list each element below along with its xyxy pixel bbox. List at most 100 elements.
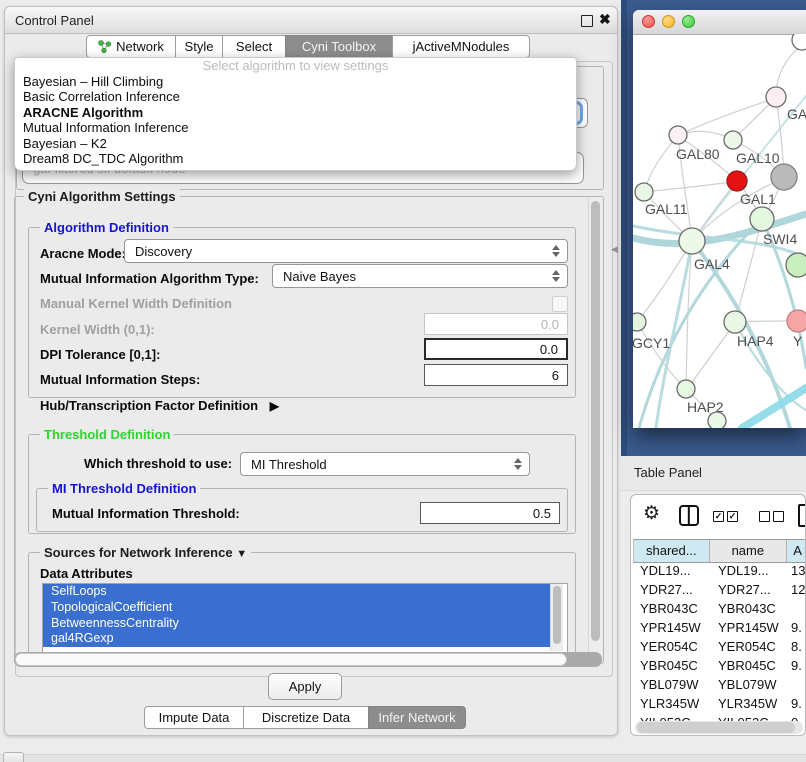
which-threshold-combo[interactable]: MI Threshold [240,452,530,476]
close-icon[interactable]: ✖ [599,11,611,28]
table-scrollbar-thumb[interactable] [637,722,795,733]
network-node[interactable] [750,207,774,231]
table-cell: YER054C [709,637,787,656]
tab-style[interactable]: Style [175,35,223,58]
table-row[interactable]: YDR27...YDR27...12 [633,580,806,599]
network-canvas[interactable]: GAL80GAL10GAL1GAL11SWI4GAL4GCY1HAP4YHAP2… [633,34,806,428]
dpi-tolerance-field[interactable]: 0.0 [424,338,568,360]
network-node-label: GAL1 [740,191,776,207]
tab-jactivemnodules-label: jActiveMNodules [413,36,510,57]
table-horizontal-scrollbar[interactable] [635,721,803,734]
unchecked-checkbox-icon[interactable] [773,511,784,522]
tab-select-label: Select [236,36,272,57]
gear-icon[interactable]: ⚙ [643,502,660,525]
dropdown-item-basic-correlation-inference[interactable]: Basic Correlation Inference [15,89,576,104]
attribute-item-betweennesscentrality[interactable]: BetweennessCentrality [43,616,557,632]
dropdown-item-mutual-information-inference[interactable]: Mutual Information Inference [15,120,576,135]
network-node[interactable] [786,253,806,277]
checked-checkbox-icon[interactable]: ✓ [727,511,738,522]
column-header-name[interactable]: name [710,540,788,562]
splitter-handle-icon[interactable]: ◀ [611,244,618,255]
dropdown-item-aracne-algorithm[interactable]: ARACNE Algorithm [15,105,576,120]
column-header-shared[interactable]: shared... [634,540,710,562]
unchecked-checkbox-icon[interactable] [759,511,770,522]
table-panel-header: Table Panel [620,456,806,491]
table-row[interactable]: YPR145WYPR145W9. [633,618,806,637]
settings-horizontal-scrollbar[interactable] [14,652,602,667]
dropdown-item-dream8-dc-tdc-algorithm[interactable]: Dream8 DC_TDC Algorithm [15,151,576,166]
network-node[interactable] [766,87,786,107]
attribute-item-gal4rgexp[interactable]: gal4RGexp [43,631,557,647]
attribute-item-selfloops[interactable]: SelfLoops [43,584,557,600]
minimize-traffic-light-icon[interactable] [662,15,675,28]
network-node[interactable] [771,164,797,190]
mi-threshold-field[interactable]: 0.5 [420,502,560,524]
mi-threshold-group-title: MI Threshold Definition [48,481,200,496]
tab-network[interactable]: Network [86,35,176,58]
network-node[interactable] [633,313,646,331]
expand-arrow-icon[interactable]: ▶ [270,399,279,413]
close-traffic-light-icon[interactable] [642,15,655,28]
tab-infer-network[interactable]: Infer Network [368,706,466,729]
dropdown-item-bayesian-hill-climbing[interactable]: Bayesian – Hill Climbing [15,74,576,89]
zoom-traffic-light-icon[interactable] [682,15,695,28]
collapse-arrow-icon[interactable]: ▼ [236,548,247,560]
dropdown-item-bayesian-k2[interactable]: Bayesian – K2 [15,136,576,151]
tab-discretize-data[interactable]: Discretize Data [243,706,369,729]
attributes-scrollbar[interactable] [550,584,563,651]
network-window-titlebar[interactable] [633,10,806,35]
network-node[interactable] [635,183,653,201]
attributes-scrollbar-thumb[interactable] [553,586,561,644]
network-edge[interactable] [742,388,806,428]
tab-select[interactable]: Select [222,35,286,58]
tab-jactivemnodules[interactable]: jActiveMNodules [392,35,530,58]
data-attributes-list[interactable]: SelfLoopsTopologicalCoefficientBetweenne… [42,583,568,654]
network-node[interactable] [679,228,705,254]
tab-discretize-data-label: Discretize Data [262,707,350,728]
network-node[interactable] [669,126,687,144]
split-columns-icon[interactable] [679,505,699,526]
table-cell: 13 [787,561,806,580]
tab-impute-data[interactable]: Impute Data [144,706,244,729]
settings-vertical-scrollbar[interactable] [588,198,602,660]
settings-scrollbar-thumb[interactable] [591,201,600,641]
combo-arrows-icon [552,245,560,257]
hub-tf-section[interactable]: Hub/Transcription Factor Definition ▶ [40,398,279,413]
table-cell: 12 [787,580,806,599]
network-edge[interactable] [644,136,678,192]
table-row[interactable]: YDL19...YDL19...13 [633,561,806,580]
network-node[interactable] [724,311,746,333]
page-icon[interactable] [798,504,806,527]
mi-type-combo[interactable]: Naive Bayes [272,264,568,288]
network-edge[interactable] [644,181,737,192]
table-row[interactable]: YBL079WYBL079W [633,675,806,694]
control-panel-title: Control Panel [15,13,94,28]
network-node[interactable] [724,131,742,149]
algorithm-dropdown-popup: Select algorithm to view settings Bayesi… [14,57,577,171]
column-header-a[interactable]: A [787,540,806,562]
control-panel-titlebar[interactable]: Control Panel ✖ [5,7,617,34]
attribute-item-topologicalcoefficient[interactable]: TopologicalCoefficient [43,600,557,616]
manual-kernel-checkbox[interactable] [552,296,568,312]
apply-button[interactable]: Apply [268,673,342,700]
mi-steps-field[interactable]: 6 [424,364,568,386]
network-node[interactable] [787,310,806,332]
network-node[interactable] [727,171,747,191]
network-node-label: Y [793,333,803,349]
table-row[interactable]: YBR043CYBR043C [633,599,806,618]
table-row[interactable]: YLR345WYLR345W9. [633,694,806,713]
partial-widget[interactable] [3,752,24,762]
tab-cyni-toolbox[interactable]: Cyni Toolbox [285,35,393,58]
network-edge[interactable] [678,98,776,136]
checked-checkbox-icon[interactable]: ✓ [713,511,724,522]
network-node[interactable] [677,380,695,398]
table-row[interactable]: YER054CYER054C8. [633,637,806,656]
aracne-mode-combo[interactable]: Discovery [124,239,568,263]
sources-title[interactable]: Sources for Network Inference ▼ [40,545,251,560]
table-row[interactable]: YBR045CYBR045C9. [633,656,806,675]
network-edge[interactable] [687,322,735,389]
kernel-width-field[interactable]: 0.0 [424,313,568,335]
float-icon[interactable] [581,15,593,27]
network-node[interactable] [792,34,806,50]
hscrollbar-thumb[interactable] [15,653,567,666]
